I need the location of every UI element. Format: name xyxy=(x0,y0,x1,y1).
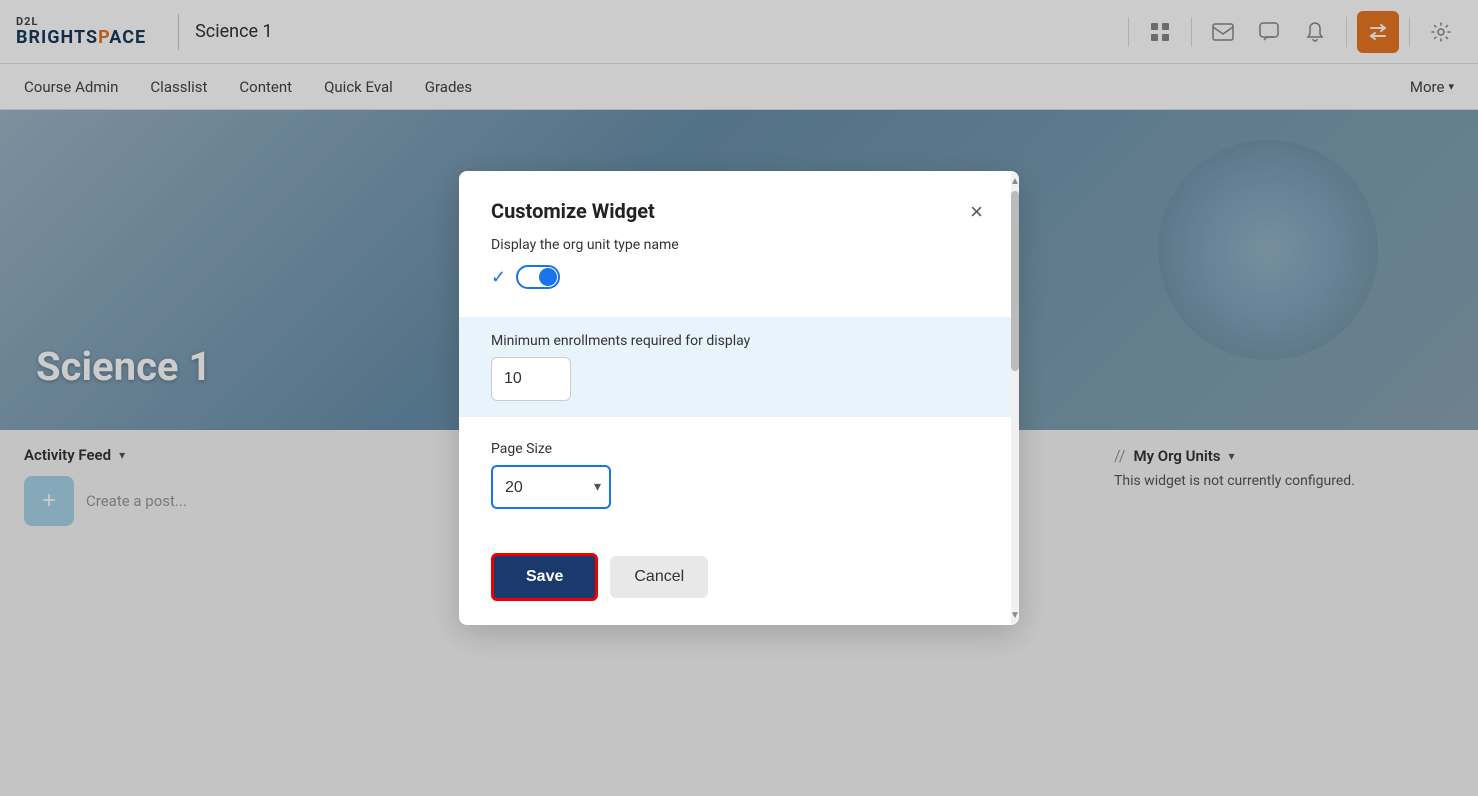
toggle-check-icon: ✓ xyxy=(491,267,506,288)
modal-footer: Save Cancel xyxy=(459,533,1019,625)
scroll-up-icon[interactable]: ▲ xyxy=(1011,171,1019,191)
modal-scrollbar[interactable]: ▲ ▼ xyxy=(1011,171,1019,625)
modal-header: Customize Widget × xyxy=(491,199,987,225)
page-size-section: Page Size 10 20 50 100 ▾ xyxy=(491,441,987,509)
modal-title: Customize Widget xyxy=(491,199,655,223)
toggle-container: ✓ xyxy=(491,265,987,289)
cancel-button[interactable]: Cancel xyxy=(610,556,708,598)
modal-overlay: ▲ ▼ Customize Widget × Display the org u… xyxy=(0,0,1478,796)
modal-close-button[interactable]: × xyxy=(966,199,987,225)
page-size-select-wrapper: 10 20 50 100 ▾ xyxy=(491,465,611,509)
min-enrollment-input[interactable] xyxy=(491,357,571,401)
toggle-thumb xyxy=(539,268,557,286)
save-button[interactable]: Save xyxy=(491,553,598,601)
scrollbar-thumb[interactable] xyxy=(1011,191,1019,371)
scroll-down-icon[interactable]: ▼ xyxy=(1011,605,1019,625)
modal-content: Customize Widget × Display the org unit … xyxy=(459,171,1019,533)
min-enrollment-section: Minimum enrollments required for display xyxy=(459,317,1019,417)
toggle-switch[interactable] xyxy=(516,265,560,289)
page-size-label: Page Size xyxy=(491,441,987,457)
page-size-select[interactable]: 10 20 50 100 xyxy=(491,465,611,509)
min-enrollment-label: Minimum enrollments required for display xyxy=(491,333,987,349)
toggle-label: Display the org unit type name xyxy=(491,237,987,253)
customize-widget-modal: ▲ ▼ Customize Widget × Display the org u… xyxy=(459,171,1019,625)
